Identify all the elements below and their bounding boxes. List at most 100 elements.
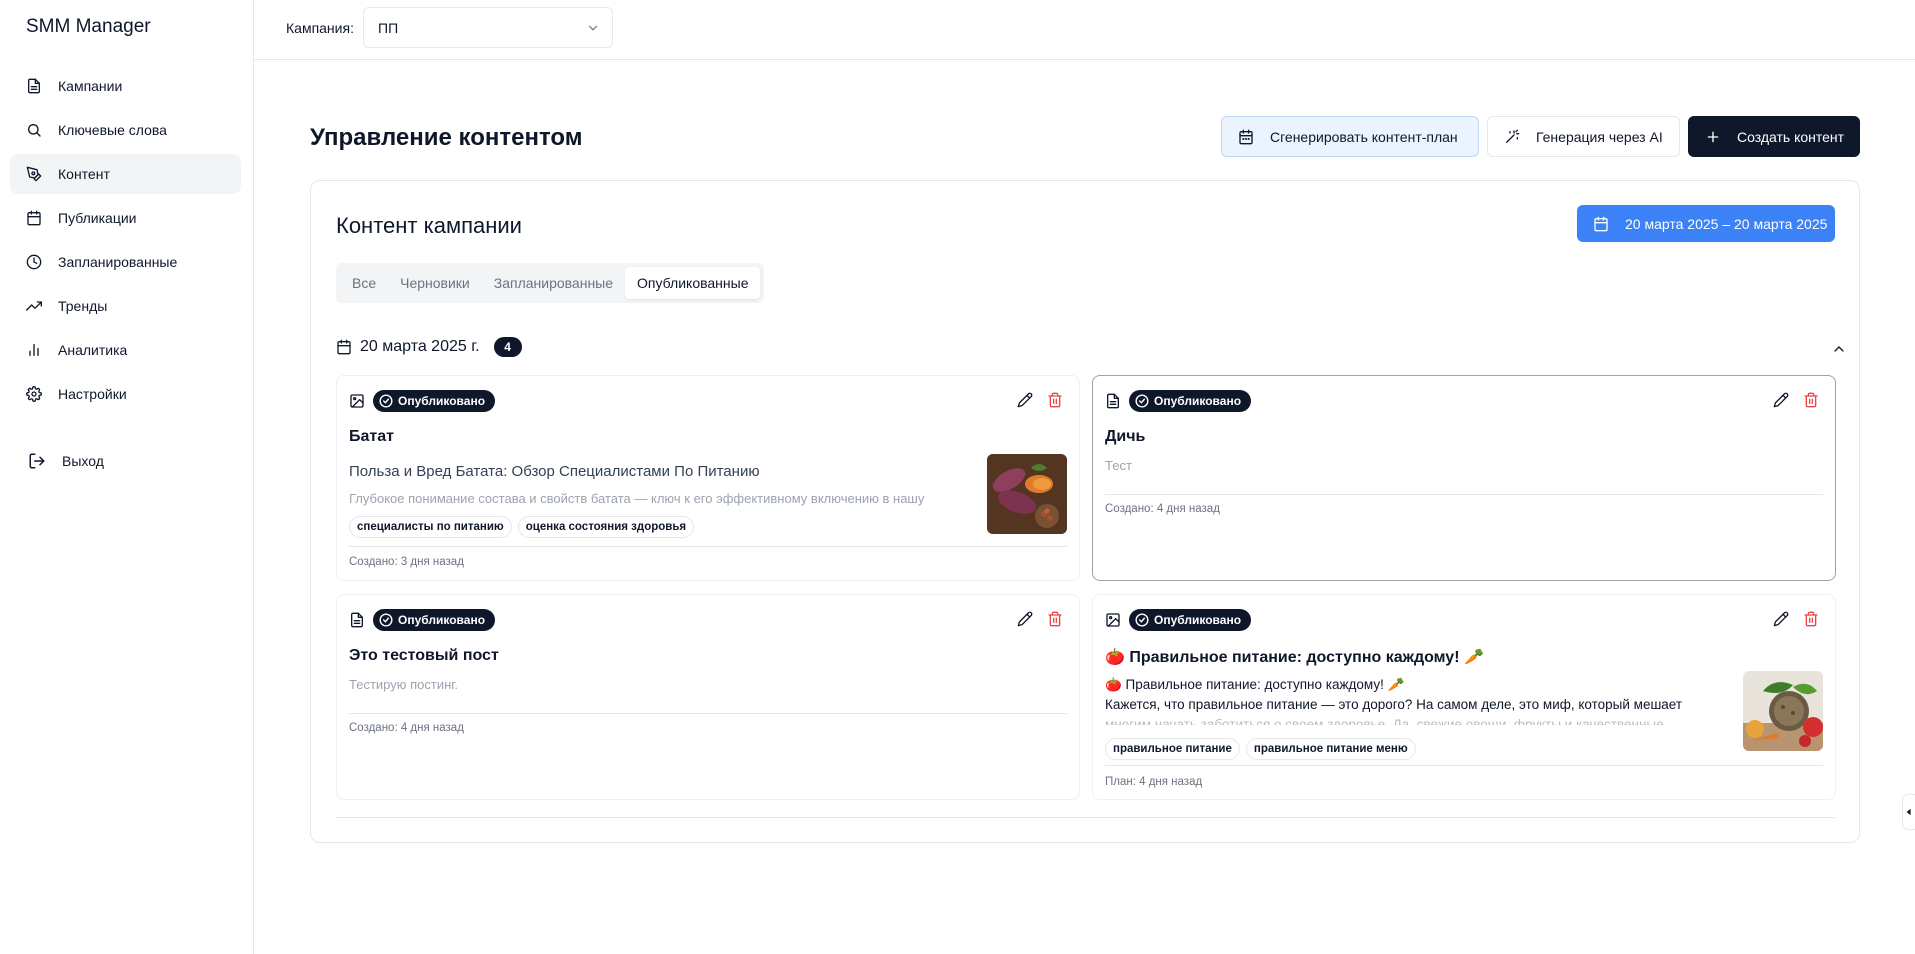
side-panel-toggle[interactable] [1902, 794, 1915, 830]
divider [349, 546, 1067, 547]
section-title: Контент кампании [336, 213, 522, 238]
trash-icon[interactable] [1047, 611, 1065, 629]
page-title: Управление контентом [310, 124, 583, 151]
file-text-icon [349, 612, 365, 628]
trash-icon[interactable] [1047, 392, 1065, 410]
tab-published[interactable]: Опубликованные [625, 267, 761, 299]
sidebar-nav: Кампании Ключевые слова Контент Публикац… [10, 66, 241, 418]
post-card[interactable]: Опубликовано Дичь Тест Создано: 4 дня на… [1092, 375, 1836, 581]
calendar-icon [1238, 129, 1254, 145]
post-created: Создано: 3 дня назад [349, 556, 464, 568]
sidebar-item-label: Тренды [58, 298, 108, 314]
post-thumbnail-sweet-potato [987, 454, 1067, 534]
day-group-header[interactable]: 20 марта 2025 г. 4 [336, 337, 522, 357]
plus-icon [1705, 129, 1721, 145]
tag[interactable]: правильное питание [1105, 738, 1240, 760]
tab-all[interactable]: Все [340, 267, 388, 299]
logout-button[interactable]: Выход [28, 452, 104, 470]
sidebar-item-label: Аналитика [58, 342, 128, 358]
check-circle-icon [379, 613, 393, 627]
status-badge: Опубликовано [1129, 390, 1252, 412]
post-title: Батат [349, 428, 394, 445]
tab-scheduled[interactable]: Запланированные [482, 267, 625, 299]
sidebar-item-campaigns[interactable]: Кампании [10, 66, 241, 106]
status-label: Опубликовано [1154, 394, 1242, 408]
top-bar: Кампания: ПП [254, 0, 1915, 60]
day-label: 20 марта 2025 г. [360, 338, 480, 355]
generate-content-plan-button[interactable]: Сгенерировать контент-план [1221, 116, 1479, 157]
sidebar-item-label: Настройки [58, 386, 127, 402]
edit-icon[interactable] [1017, 611, 1035, 629]
sidebar-item-label: Ключевые слова [58, 122, 167, 138]
pen-tool-icon [26, 166, 42, 182]
edit-icon[interactable] [1017, 392, 1035, 410]
edit-icon[interactable] [1773, 392, 1791, 410]
status-label: Опубликовано [398, 613, 486, 627]
edit-icon[interactable] [1773, 611, 1791, 629]
image-icon [349, 393, 365, 409]
status-label: Опубликовано [398, 394, 486, 408]
app-title: SMM Manager [26, 16, 151, 37]
post-body: 🍅 Правильное питание: доступно каждому! … [1105, 675, 1725, 725]
status-badge: Опубликовано [373, 609, 496, 631]
sidebar-item-publications[interactable]: Публикации [10, 198, 241, 238]
post-title: 🍅 Правильное питание: доступно каждому! … [1105, 649, 1484, 666]
clock-icon [26, 254, 42, 270]
sidebar-item-analytics[interactable]: Аналитика [10, 330, 241, 370]
create-content-button[interactable]: Создать контент [1688, 116, 1860, 157]
sidebar-item-label: Контент [58, 166, 110, 182]
post-card[interactable]: Опубликовано Батат Польза и Вред Батата:… [336, 375, 1080, 581]
calendar-icon [26, 210, 42, 226]
chevron-up-icon[interactable] [1831, 341, 1847, 362]
sidebar: SMM Manager Кампании Ключевые слова Конт… [0, 0, 254, 954]
divider [1105, 494, 1823, 495]
tag[interactable]: оценка состояния здоровья [517, 516, 695, 538]
magic-wand-icon [1504, 129, 1520, 145]
sidebar-item-keywords[interactable]: Ключевые слова [10, 110, 241, 150]
log-out-icon [28, 452, 46, 470]
generate-content-plan-label: Сгенерировать контент-план [1270, 128, 1458, 145]
sidebar-item-content[interactable]: Контент [10, 154, 241, 194]
status-tabs: Все Черновики Запланированные Опубликова… [336, 263, 765, 303]
calendar-icon [1593, 216, 1609, 232]
post-created: Создано: 4 дня назад [349, 722, 464, 734]
post-card[interactable]: Опубликовано 🍅 Правильное питание: досту… [1092, 594, 1836, 800]
post-card[interactable]: Опубликовано Это тестовый пост Тестирую … [336, 594, 1080, 800]
date-range-label: 20 марта 2025 – 20 марта 2025 [1625, 215, 1828, 232]
post-excerpt: Тест [1105, 458, 1132, 473]
chevron-left-icon [1905, 803, 1913, 821]
create-content-label: Создать контент [1737, 128, 1845, 145]
calendar-icon [336, 339, 352, 355]
tab-drafts[interactable]: Черновики [388, 267, 482, 299]
trash-icon[interactable] [1803, 611, 1821, 629]
trash-icon[interactable] [1803, 392, 1821, 410]
post-body-line: Кажется, что правильное питание — это до… [1105, 697, 1683, 712]
divider [336, 817, 1835, 818]
image-icon [1105, 612, 1121, 628]
tag[interactable]: правильное питание меню [1245, 738, 1416, 760]
post-excerpt: Тестирую постинг. [349, 677, 459, 692]
post-tags: специалисты по питанию оценка состояния … [349, 516, 695, 538]
file-text-icon [26, 78, 42, 94]
campaign-select[interactable]: ПП [363, 7, 613, 48]
file-text-icon [1105, 393, 1121, 409]
post-count-badge: 4 [493, 337, 522, 357]
sidebar-item-settings[interactable]: Настройки [10, 374, 241, 414]
search-icon [26, 122, 42, 138]
sidebar-item-label: Публикации [58, 210, 137, 226]
sidebar-item-trends[interactable]: Тренды [10, 286, 241, 326]
settings-icon [26, 386, 42, 402]
campaign-select-value: ПП [378, 19, 399, 36]
sidebar-item-label: Запланированные [58, 254, 178, 270]
post-thumbnail-vegetables [1743, 671, 1823, 751]
campaign-label: Кампания: [286, 20, 354, 36]
post-body-line: многим начать заботиться о своем здоровь… [1105, 717, 1664, 725]
post-tags: правильное питание правильное питание ме… [1105, 738, 1416, 760]
date-range-picker[interactable]: 20 марта 2025 – 20 марта 2025 [1577, 205, 1835, 242]
status-label: Опубликовано [1154, 613, 1242, 627]
tag[interactable]: специалисты по питанию [349, 516, 512, 538]
post-title: Это тестовый пост [349, 647, 499, 664]
ai-generation-button[interactable]: Генерация через AI [1487, 116, 1680, 157]
sidebar-item-scheduled[interactable]: Запланированные [10, 242, 241, 282]
divider [349, 713, 1067, 714]
